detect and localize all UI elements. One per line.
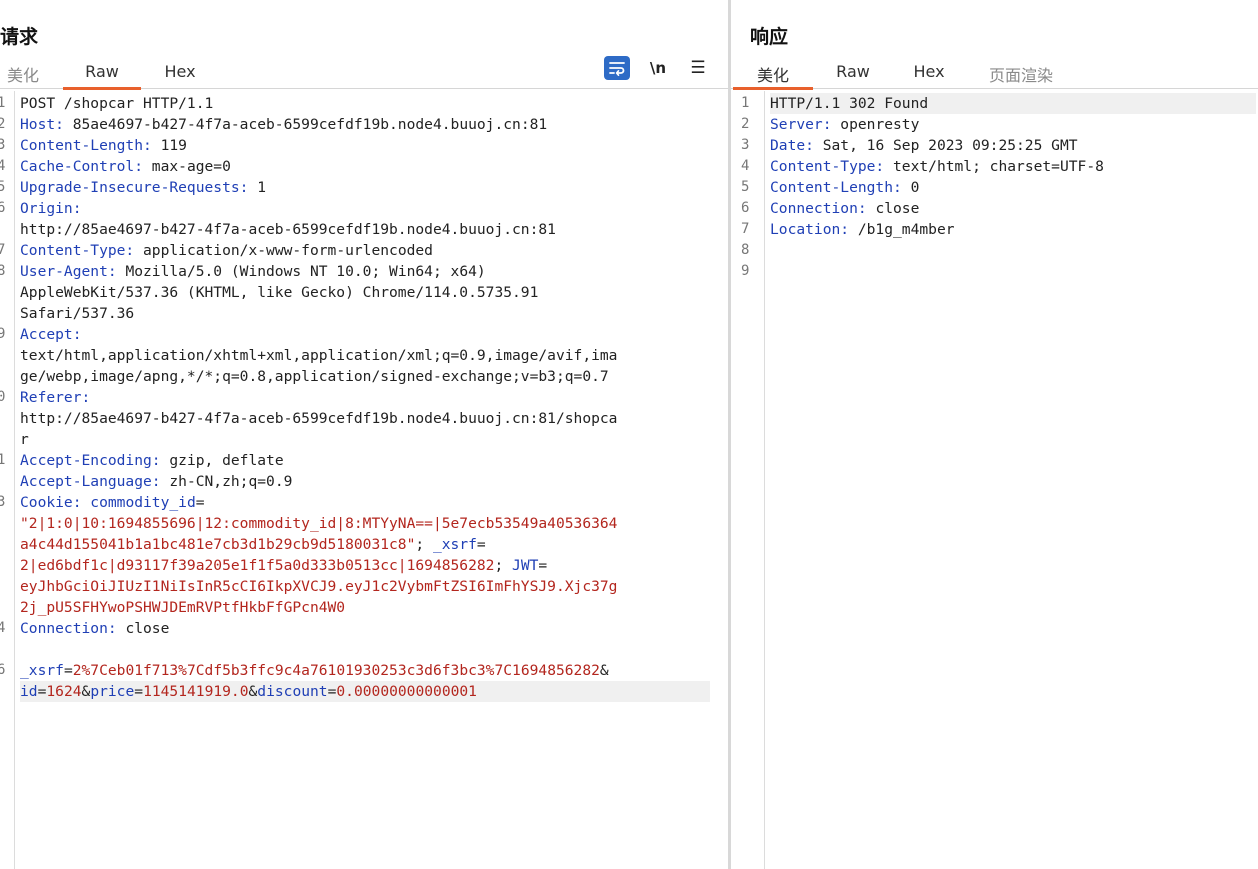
line-number: 4 [741,158,750,174]
tab-hex[interactable]: Hex [152,62,208,89]
request-line: Cookie: commodity_id= [20,494,205,511]
tab-hex[interactable]: Hex [901,62,957,89]
response-line: Date: Sat, 16 Sep 2023 09:25:25 GMT [770,137,1078,154]
response-line-current: HTTP/1.1 302 Found [770,93,1256,114]
response-title: 响应 [750,26,789,48]
response-code[interactable]: HTTP/1.1 302 Found Server: openresty Dat… [770,93,1256,282]
request-line: Upgrade-Insecure-Requests: 1 [20,179,267,196]
request-line: r [20,431,29,448]
tab-render[interactable]: 页面渲染 [981,62,1061,89]
line-number: 8 [0,263,6,279]
line-number: 4 [0,158,6,174]
tab-raw[interactable]: Raw [63,62,141,90]
line-number: 6 [0,200,6,216]
line-number: 4 [0,620,6,636]
response-line: Server: openresty [770,116,920,133]
request-line: http://85ae4697-b427-4f7a-aceb-6599cefdf… [20,221,556,238]
request-line: Content-Type: application/x-www-form-url… [20,242,433,259]
request-line: eyJhbGciOiJIUzI1NiIsInR5cCI6IkpXVCJ9.eyJ… [20,578,618,595]
request-line: 2j_pU5SFHYwoPSHWJDEmRVPtfHkbFfGPcn4W0 [20,599,346,616]
tab-raw[interactable]: Raw [825,62,881,89]
response-line: Connection: close [770,200,920,217]
request-line: Content-Length: 119 [20,137,187,154]
request-line: Referer: [20,389,91,406]
wrap-icon [609,62,625,76]
request-line: 2|ed6bdf1c|d93117f39a205e1f1f5a0d333b051… [20,557,548,574]
request-line-current: id=1624&price=1145141919.0&discount=0.00… [20,681,710,702]
line-number: 5 [741,179,750,195]
request-line: Cache-Control: max-age=0 [20,158,231,175]
request-line: User-Agent: Mozilla/5.0 (Windows NT 10.0… [20,263,486,280]
line-number: 1 [0,452,6,468]
line-number: 1 [0,95,6,111]
request-line: _xsrf=2%7Ceb01f713%7Cdf5b3ffc9c4a7610193… [20,662,609,679]
response-line: Content-Type: text/html; charset=UTF-8 [770,158,1104,175]
request-line: ge/webp,image/apng,*/*;q=0.8,application… [20,368,609,385]
line-number: 9 [0,326,6,342]
tab-pretty[interactable]: 美化 [0,62,46,89]
request-line: Connection: close [20,620,170,637]
response-tabs: 美化 Raw Hex 页面渲染 [731,58,1258,90]
tab-pretty[interactable]: 美化 [733,62,813,90]
request-line: http://85ae4697-b427-4f7a-aceb-6599cefdf… [20,410,618,427]
request-line: Host: 85ae4697-b427-4f7a-aceb-6599cefdf1… [20,116,548,133]
line-number: 7 [741,221,750,237]
response-pane: 响应 美化 Raw Hex 页面渲染 1 2 3 4 5 6 7 8 9 HTT… [731,0,1258,869]
response-editor[interactable]: 1 2 3 4 5 6 7 8 9 HTTP/1.1 302 Found Ser… [731,91,1258,869]
wrap-toggle-button[interactable] [604,56,630,80]
line-number: 3 [741,137,750,153]
line-number: 2 [741,116,750,132]
response-line-empty [770,240,1256,261]
request-line-empty [20,639,710,660]
request-line: Accept-Encoding: gzip, deflate [20,452,284,469]
show-newlines-button[interactable]: \n [648,56,668,80]
line-number: 5 [0,179,6,195]
request-line: a4c44d155041b1a1bc481e7cb3d1b29cb9d51800… [20,536,486,553]
line-number: 6 [741,200,750,216]
request-line: Accept-Language: zh-CN,zh;q=0.9 [20,473,293,490]
request-line: Safari/537.36 [20,305,135,322]
line-gutter: 1 2 3 4 5 6 7 8 9 [731,91,765,869]
request-line: Accept: [20,326,82,343]
line-number: 0 [0,389,6,405]
request-line: AppleWebKit/537.36 (KHTML, like Gecko) C… [20,284,539,301]
request-code[interactable]: POST /shopcar HTTP/1.1 Host: 85ae4697-b4… [20,93,710,702]
line-number: 7 [0,242,6,258]
request-line: "2|1:0|10:1694855696|12:commodity_id|8:M… [20,515,618,532]
line-number: 8 [741,242,750,258]
menu-icon[interactable]: ☰ [689,56,707,80]
request-pane: 请求 美化 Raw Hex \n ☰ 1 2 3 4 5 6 7 8 9 0 1… [0,0,728,869]
line-number: 3 [0,137,6,153]
line-gutter: 1 2 3 4 5 6 7 8 9 0 1 3 4 6 [0,91,15,869]
response-line-empty [770,261,1256,282]
request-line: POST /shopcar HTTP/1.1 [20,95,214,112]
line-number: 6 [0,662,6,678]
request-title: 请求 [0,26,39,48]
request-line: text/html,application/xhtml+xml,applicat… [20,347,618,364]
request-editor[interactable]: 1 2 3 4 5 6 7 8 9 0 1 3 4 6 POST /shopca… [0,91,728,869]
response-line: Location: /b1g_m4mber [770,221,955,238]
line-number: 3 [0,494,6,510]
line-number: 2 [0,116,6,132]
line-number: 9 [741,263,750,279]
response-line: Content-Length: 0 [770,179,920,196]
line-number: 1 [741,95,750,111]
request-line: Origin: [20,200,82,217]
